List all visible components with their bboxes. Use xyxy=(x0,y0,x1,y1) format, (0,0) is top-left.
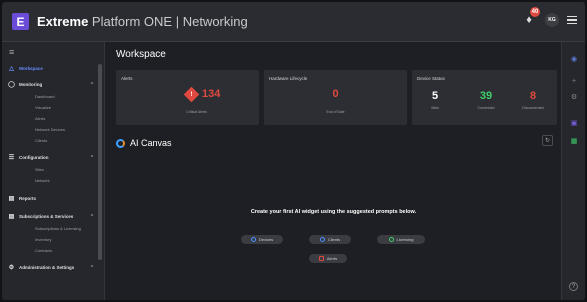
avatar[interactable]: KG xyxy=(545,13,559,27)
sidebar-item-label: Configuration xyxy=(19,155,49,160)
header-actions: ♦ 40 KG xyxy=(521,7,577,28)
stat-connected: 39 Connected xyxy=(468,90,504,110)
brand-name: Extreme xyxy=(37,14,89,29)
alerts-icon xyxy=(318,256,324,261)
ai-canvas-icon xyxy=(116,138,125,148)
sidebar-subitem-alerts[interactable]: Alerts xyxy=(2,113,104,124)
monitor-icon: ◯ xyxy=(8,82,15,88)
page-title: Workspace xyxy=(116,49,166,60)
alerts-card[interactable]: Alerts ! 134 Critical Alerts xyxy=(116,70,259,125)
top-bar: E Extreme Platform ONE | Networking ♦ 40… xyxy=(2,2,585,42)
hardware-lifecycle-card[interactable]: Hardware Lifecycle 0 End of Sale xyxy=(264,70,407,125)
card-title: Device Status xyxy=(417,76,445,81)
alerts-value-group: ! 134 xyxy=(183,86,221,102)
sidebar: ≡ △ Workspace ◯ Monitoring ⌃ Dashboard V… xyxy=(2,42,105,300)
app-window: E Extreme Platform ONE | Networking ♦ 40… xyxy=(2,2,585,300)
subscriptions-icon: ▤ xyxy=(8,214,15,220)
chevron-up-icon: ⌃ xyxy=(90,81,95,88)
sidebar-subitem-dashboard[interactable]: Dashboard xyxy=(2,91,104,102)
stat-disconnected: 8 Disconnected xyxy=(512,90,554,110)
sidebar-item-workspace[interactable]: △ Workspace xyxy=(2,62,104,75)
disconnected-count: 8 xyxy=(529,90,537,102)
prompt-chip-alerts[interactable]: Alerts xyxy=(309,254,347,263)
disconnected-caption: Disconnected xyxy=(522,106,544,110)
admin-icon: ⚙ xyxy=(8,265,15,271)
ai-prompt-text: Create your first AI widget using the su… xyxy=(250,209,417,215)
refresh-icon[interactable]: ↻ xyxy=(542,135,553,146)
sidebar-item-reports[interactable]: ▤ Reports xyxy=(2,192,104,205)
end-of-sale-count: 0 xyxy=(332,88,339,100)
sidebar-item-label: Subscriptions & Services xyxy=(19,214,74,219)
clients-icon xyxy=(319,237,325,242)
sidebar-subitem-inventory[interactable]: Inventory xyxy=(2,234,104,245)
config-icon: ☰ xyxy=(8,155,15,161)
sidebar-subitem-network-devices[interactable]: Network Devices xyxy=(2,124,104,135)
sidebar-item-label: Administration & Settings xyxy=(19,265,75,270)
notification-badge: 40 xyxy=(530,7,540,17)
sidebar-subitem-network[interactable]: Network xyxy=(2,175,104,186)
sidebar-subitem-sites[interactable]: Sites xyxy=(2,164,104,175)
chip-label: Devices xyxy=(258,237,274,242)
extreme-logo[interactable]: E xyxy=(12,13,29,30)
sites-count: 5 xyxy=(431,90,439,102)
help-icon[interactable]: ? xyxy=(569,282,578,291)
collapse-sidebar-icon[interactable]: ≡ xyxy=(2,42,104,62)
prompt-chip-clients[interactable]: Clients xyxy=(309,235,351,244)
ai-canvas-title: AI Canvas xyxy=(130,138,172,148)
stat-sites: 5 Sites xyxy=(420,90,450,110)
chip-label: Licensing xyxy=(396,237,414,242)
sidebar-item-configuration[interactable]: ☰ Configuration ⌃ xyxy=(2,151,104,164)
hamburger-menu-icon[interactable] xyxy=(567,15,577,25)
sidebar-item-subscriptions[interactable]: ▤ Subscriptions & Services ⌃ xyxy=(2,210,104,223)
sidebar-item-administration[interactable]: ⚙ Administration & Settings ⌃ xyxy=(2,261,104,274)
right-rail: ◉ + ⚙ ▣ ▦ ? xyxy=(561,42,585,300)
chevron-up-icon: ⌃ xyxy=(90,213,95,220)
sidebar-subitem-clients[interactable]: Clients xyxy=(2,135,104,146)
settings-icon[interactable]: ⚙ xyxy=(569,92,579,102)
workspace-icon: △ xyxy=(9,66,14,72)
critical-alert-icon: ! xyxy=(183,86,200,102)
sidebar-subitem-visualize[interactable]: Visualize xyxy=(2,102,104,113)
print-icon[interactable]: ▦ xyxy=(569,136,579,146)
alerts-caption: Critical Alerts xyxy=(186,110,207,114)
hardware-caption: End of Sale xyxy=(326,110,345,114)
chevron-up-icon: ⌃ xyxy=(90,264,95,271)
reports-icon: ▤ xyxy=(8,196,15,202)
device-status-card[interactable]: Device Status 5 Sites 39 Connected 8 Dis… xyxy=(412,70,557,125)
sidebar-item-label: Monitoring xyxy=(19,82,43,87)
app-title: Extreme Platform ONE | Networking xyxy=(37,14,248,29)
sites-caption: Sites xyxy=(431,106,439,110)
alerts-count: 134 xyxy=(202,88,221,100)
sidebar-item-label: Reports xyxy=(19,196,37,201)
card-title: Hardware Lifecycle xyxy=(269,76,308,81)
sidebar-subitem-contracts[interactable]: Contracts xyxy=(2,245,104,256)
connected-caption: Connected xyxy=(477,106,495,110)
copilot-icon[interactable]: ◉ xyxy=(569,54,579,64)
licensing-icon xyxy=(388,237,394,242)
chevron-up-icon: ⌃ xyxy=(90,154,95,161)
sidebar-subitem-subscriptions-licensing[interactable]: Subscriptions & Licensing xyxy=(2,223,104,234)
sidebar-item-label: Workspace xyxy=(19,66,43,71)
chip-label: Alerts xyxy=(326,256,338,261)
chip-label: Clients xyxy=(327,237,341,242)
widget-icon[interactable]: ▣ xyxy=(569,118,579,128)
prompt-chip-licensing[interactable]: Licensing xyxy=(377,235,425,244)
devices-icon xyxy=(250,237,256,242)
connected-count: 39 xyxy=(479,90,493,102)
add-icon[interactable]: + xyxy=(569,76,579,86)
main-content: Workspace Alerts ! 134 Critical Alerts H… xyxy=(106,42,561,300)
ai-canvas-header: AI Canvas xyxy=(116,138,172,148)
card-title: Alerts xyxy=(121,76,133,81)
sidebar-item-monitoring[interactable]: ◯ Monitoring ⌃ xyxy=(2,78,104,91)
product-name: Platform ONE | Networking xyxy=(88,14,248,29)
notification-bell-icon[interactable]: ♦ 40 xyxy=(521,7,540,28)
prompt-chip-devices[interactable]: Devices xyxy=(241,235,283,244)
